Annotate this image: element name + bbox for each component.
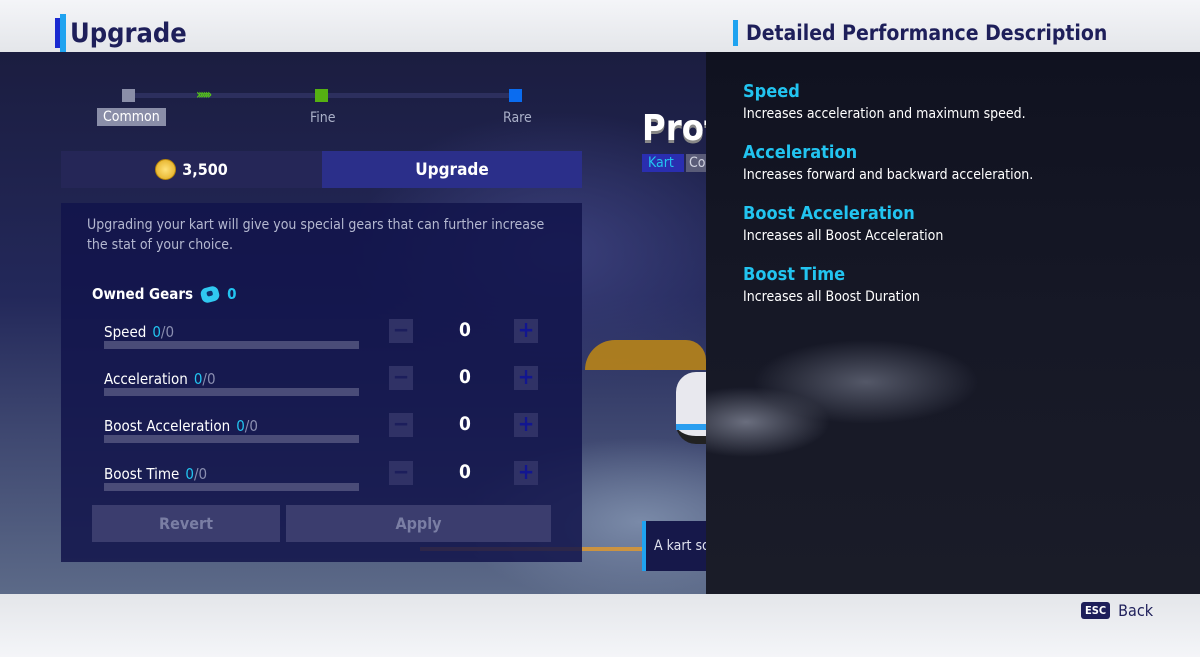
perf-item-speed: Speed Increases acceleration and maximum … (743, 80, 1026, 124)
kart-model (676, 372, 706, 444)
stat-max: /0 (202, 370, 216, 388)
stat-label: Speed (104, 323, 147, 341)
kart-description: A kart so (642, 521, 706, 571)
esc-key-icon: ESC (1081, 602, 1111, 619)
stat-current: 0 (236, 417, 245, 435)
perf-heading: Boost Acceleration (743, 203, 915, 224)
increase-button[interactable]: + (514, 461, 538, 485)
stat-row-boost-time: Boost Time 0/0 − 0 + (104, 461, 544, 505)
perf-item-acceleration: Acceleration Increases forward and backwa… (743, 141, 1033, 185)
upgrade-cost: 3,500 (61, 151, 322, 188)
decrease-button[interactable]: − (389, 413, 413, 437)
decrease-button[interactable]: − (389, 461, 413, 485)
tier-label-rare: Rare (503, 110, 532, 126)
cost-value: 3,500 (182, 160, 228, 179)
owned-gears-label: Owned Gears (92, 285, 194, 303)
kart-name: Proto (642, 108, 706, 149)
stat-value: 0 (459, 461, 471, 483)
tag-kart[interactable]: Kart (642, 154, 684, 172)
stat-row-acceleration: Acceleration 0/0 − 0 + (104, 366, 544, 410)
back-button[interactable]: ESC Back (1081, 601, 1153, 620)
tier-node-rare (509, 89, 522, 102)
stat-max: /0 (160, 323, 175, 341)
stat-bar (104, 435, 359, 443)
perf-text: Increases all Boost Acceleration (743, 228, 944, 244)
stat-max: /0 (244, 417, 258, 435)
performance-panel (706, 52, 1200, 594)
stat-label: Boost Time (104, 465, 180, 483)
stat-label: Boost Acceleration (104, 417, 231, 435)
bottom-bar (0, 594, 1200, 657)
upgrade-panel: Upgrading your kart will give you specia… (61, 203, 582, 562)
tier-label-fine: Fine (310, 110, 336, 126)
stat-value: 0 (459, 319, 471, 341)
tier-label-common: Common (97, 108, 166, 126)
stat-value: 0 (459, 413, 471, 435)
perf-item-boost-acceleration: Boost Acceleration Increases all Boost Ac… (743, 202, 943, 246)
gear-icon (199, 284, 221, 304)
stat-current: 0 (152, 323, 161, 341)
progress-chevrons-icon: ›››››› (196, 87, 212, 103)
stat-bar (104, 341, 359, 349)
increase-button[interactable]: + (514, 366, 538, 390)
decrease-button[interactable]: − (389, 366, 413, 390)
stat-label: Acceleration (104, 370, 188, 388)
perf-text: Increases forward and backward accelerat… (743, 167, 1034, 183)
perf-text: Increases acceleration and maximum speed… (743, 106, 1026, 122)
tier-node-fine (315, 89, 328, 102)
stat-bar (104, 483, 359, 491)
perf-text: Increases all Boost Duration (743, 289, 920, 305)
upgrade-button[interactable]: Upgrade (322, 151, 582, 188)
stat-row-speed: Speed 0/0 − 0 + (104, 319, 544, 363)
upgrade-bar: 3,500 Upgrade (61, 151, 582, 188)
owned-gears: Owned Gears 0 (92, 284, 237, 304)
stat-current: 0 (185, 465, 194, 483)
stat-max: /0 (193, 465, 208, 483)
decrease-button[interactable]: − (389, 319, 413, 343)
increase-button[interactable]: + (514, 319, 538, 343)
revert-button[interactable]: Revert (92, 505, 280, 542)
stat-value: 0 (459, 366, 471, 388)
perf-heading: Acceleration (743, 142, 858, 163)
increase-button[interactable]: + (514, 413, 538, 437)
perf-heading: Speed (743, 81, 800, 102)
stat-bar (104, 388, 359, 396)
owned-gears-count: 0 (227, 285, 237, 303)
apply-button[interactable]: Apply (286, 505, 551, 542)
coin-icon (155, 159, 177, 180)
performance-title: Detailed Performance Description (733, 20, 1107, 46)
upgrade-description: Upgrading your kart will give you specia… (87, 217, 545, 253)
tag-other[interactable]: Co (686, 154, 706, 172)
perf-item-boost-time: Boost Time Increases all Boost Duration (743, 263, 920, 307)
stat-row-boost-acceleration: Boost Acceleration 0/0 − 0 + (104, 413, 544, 457)
back-label: Back (1118, 601, 1154, 620)
tier-node-common (122, 89, 135, 102)
page-title: Upgrade (60, 14, 187, 52)
scene-prop (585, 340, 706, 370)
perf-heading: Boost Time (743, 264, 846, 285)
